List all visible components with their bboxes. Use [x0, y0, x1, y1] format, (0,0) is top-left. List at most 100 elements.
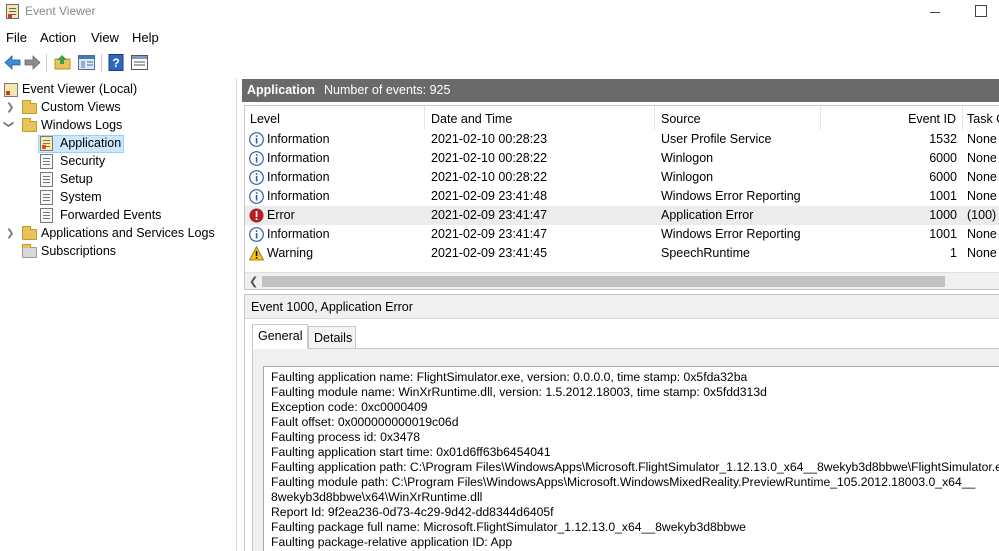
cell-task-category: None [967, 132, 997, 146]
menu-action[interactable]: Action [40, 30, 76, 45]
show-hide-tree-icon[interactable] [78, 54, 95, 71]
tree-item-applications-and-services-logs[interactable]: ❯ Applications and Services Logs [4, 225, 234, 243]
table-row[interactable]: Information 2021-02-09 23:41:48 Windows Er… [245, 187, 999, 206]
scroll-left-icon[interactable]: ❮ [249, 275, 258, 288]
cell-date-and-time: 2021-02-10 00:28:22 [431, 151, 548, 165]
tree-item-custom-views[interactable]: ❯ Custom Views [4, 99, 234, 117]
tree-item-label: Setup [60, 172, 93, 186]
event-viewer-app-icon [6, 4, 19, 19]
description-line: Faulting application name: FlightSimulat… [271, 370, 748, 384]
back-arrow-icon[interactable] [4, 54, 21, 71]
tree-item-label: Windows Logs [41, 118, 123, 132]
column-header-event-id[interactable]: Event ID [821, 106, 963, 130]
menu-file[interactable]: File [6, 30, 27, 45]
horizontal-scrollbar[interactable]: ❮ [245, 272, 999, 289]
cell-date-and-time: 2021-02-09 23:41:47 [431, 208, 548, 222]
description-line: Faulting application start time: 0x01d6f… [271, 445, 551, 459]
tree-item-subscriptions[interactable]: Subscriptions [4, 243, 234, 261]
tree-item-system[interactable]: System [40, 189, 230, 207]
tree-root-event-viewer[interactable]: Event Viewer (Local) [4, 81, 234, 99]
description-line: Fault offset: 0x000000000019c06d [271, 415, 459, 429]
up-folder-icon[interactable] [54, 54, 71, 71]
cell-event-id: 1001 [929, 189, 957, 203]
cell-event-id: 1 [950, 246, 957, 260]
chevron-right-icon[interactable]: ❯ [6, 102, 14, 113]
table-row[interactable]: Information 2021-02-10 00:28:23 User Profi… [245, 130, 999, 149]
cell-task-category: None [967, 151, 997, 165]
description-line: Report Id: 9f2ea236-0d73-4c29-9d42-dd834… [271, 505, 554, 519]
svg-text:?: ? [112, 56, 119, 70]
column-header-date-and-time[interactable]: Date and Time [425, 106, 655, 130]
menu-help[interactable]: Help [132, 30, 159, 45]
info-icon [249, 227, 264, 242]
column-header-source[interactable]: Source [655, 106, 821, 130]
description-line: 8wekyb3d8bbwe\x64\WinXrRuntime.dll [271, 490, 483, 504]
cell-level: Information [267, 227, 330, 241]
table-row[interactable]: Warning 2021-02-09 23:41:45 SpeechRuntime 1… [245, 244, 999, 263]
cell-event-id: 1001 [929, 227, 957, 241]
description-line: Exception code: 0xc0000409 [271, 400, 428, 414]
event-viewer-icon [4, 83, 18, 97]
folder-icon [22, 226, 37, 240]
cell-date-and-time: 2021-02-09 23:41:47 [431, 227, 548, 241]
title-bar: Event Viewer [0, 0, 999, 24]
cell-level: Information [267, 132, 330, 146]
description-line: Faulting package-relative application ID… [271, 535, 513, 549]
cell-date-and-time: 2021-02-10 00:28:23 [431, 132, 548, 146]
table-row[interactable]: Error 2021-02-09 23:41:47 Application Erro… [245, 206, 999, 225]
column-header-task-category[interactable]: Task C [963, 106, 999, 130]
cell-date-and-time: 2021-02-09 23:41:48 [431, 189, 548, 203]
tree-item-security[interactable]: Security [40, 153, 230, 171]
cell-source: Windows Error Reporting [661, 189, 801, 203]
cell-source: Application Error [661, 208, 754, 222]
help-icon[interactable]: ? [108, 54, 125, 71]
properties-icon[interactable] [131, 54, 148, 71]
maximize-button[interactable] [958, 0, 999, 24]
tree-item-windows-logs[interactable]: ❯ Windows Logs [3, 117, 234, 135]
info-icon [249, 189, 264, 204]
tree-item-label: Subscriptions [41, 244, 117, 258]
tree-item-setup[interactable]: Setup [40, 171, 230, 189]
tab-general[interactable]: General [252, 324, 308, 349]
cell-source: User Profile Service [661, 132, 772, 146]
cell-source: Windows Error Reporting [661, 227, 801, 241]
chevron-right-icon[interactable]: ❯ [6, 228, 14, 239]
tree-root-label: Event Viewer (Local) [22, 82, 138, 96]
warning-icon [248, 245, 265, 261]
tab-details[interactable]: Details [308, 326, 356, 349]
main-pane: Application Number of events: 925 Level … [242, 79, 999, 551]
navigation-tree: Event Viewer (Local) ❯ Custom Views ❯ Wi… [0, 79, 237, 551]
cell-level: Information [267, 170, 330, 184]
log-icon [40, 154, 53, 169]
column-header-level[interactable]: Level [245, 106, 425, 130]
info-icon [249, 170, 264, 185]
tree-item-label: Applications and Services Logs [41, 226, 215, 240]
cell-event-id: 1000 [929, 208, 957, 222]
table-row[interactable]: Information 2021-02-10 00:28:22 Winlogon 60… [245, 149, 999, 168]
tree-item-forwarded-events[interactable]: Forwarded Events [40, 207, 230, 225]
cell-event-id: 6000 [929, 170, 957, 184]
window-title: Event Viewer [25, 4, 96, 18]
menu-bar: File Action View Help [0, 27, 999, 47]
table-row[interactable]: Information 2021-02-10 00:28:22 Winlogon 60… [245, 168, 999, 187]
menu-view[interactable]: View [91, 30, 119, 45]
cell-event-id: 6000 [929, 151, 957, 165]
log-icon [40, 190, 53, 205]
tree-item-application[interactable]: Application [40, 135, 230, 153]
chevron-down-icon[interactable]: ❯ [3, 120, 14, 128]
event-description-box[interactable]: Faulting application name: FlightSimulat… [263, 366, 999, 551]
cell-level: Information [267, 151, 330, 165]
error-icon [249, 208, 264, 223]
description-line: Faulting module path: C:\Program Files\W… [271, 475, 976, 489]
cell-source: SpeechRuntime [661, 246, 750, 260]
cell-task-category: None [967, 246, 997, 260]
toolbar: ? [0, 50, 999, 76]
log-header: Application Number of events: 925 [242, 79, 999, 102]
forward-arrow-icon[interactable] [24, 54, 41, 71]
cell-source: Winlogon [661, 170, 714, 184]
scrollbar-thumb[interactable] [262, 276, 945, 287]
event-detail-title: Event 1000, Application Error [245, 295, 999, 319]
table-row[interactable]: Information 2021-02-09 23:41:47 Windows Er… [245, 225, 999, 244]
tree-item-label: Custom Views [41, 100, 121, 114]
minimize-button[interactable] [908, 0, 954, 24]
